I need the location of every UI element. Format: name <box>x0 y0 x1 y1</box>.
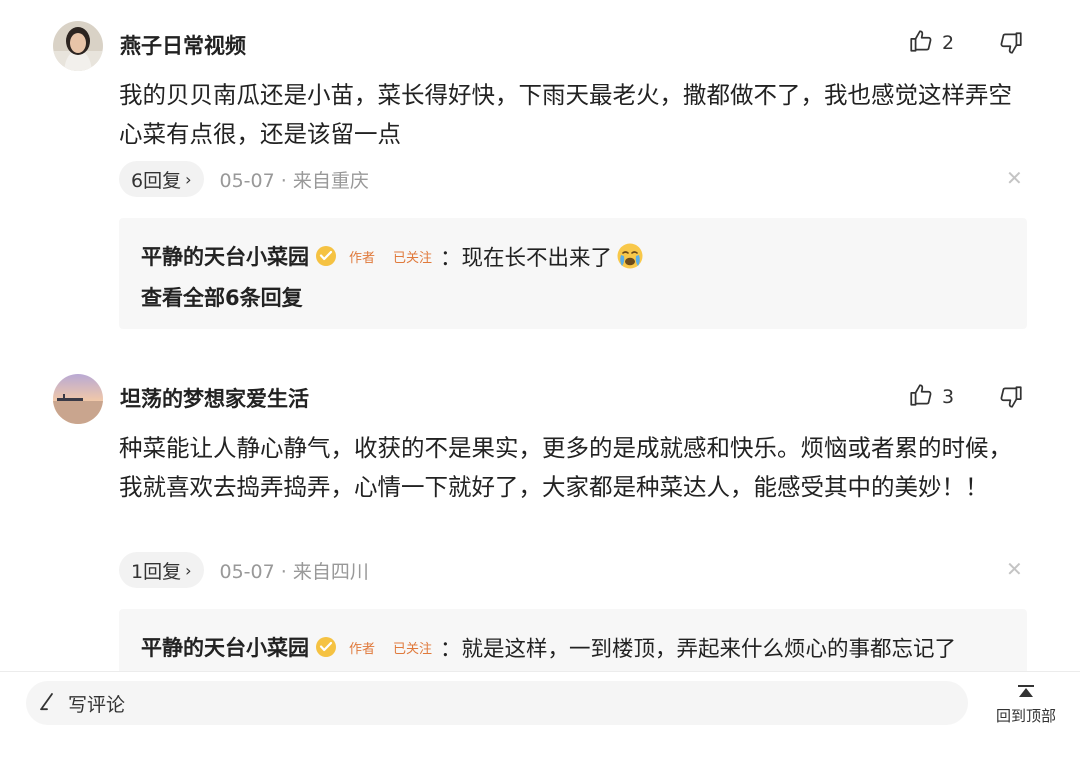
crying-emoji-icon <box>616 242 644 270</box>
reply-text: ：就是这样，一到楼顶，弄起来什么烦心的事都忘记了 <box>440 636 957 662</box>
author-tag: 作者 <box>349 250 376 266</box>
comment-meta: 1回复 › 05-07 · 来自四川 <box>119 552 369 588</box>
thumbs-down-icon <box>998 386 1024 414</box>
followed-tag: 已关注 <box>393 250 433 266</box>
back-to-top-label: 回到顶部 <box>995 707 1056 725</box>
reply-line: 平静的天台小菜园 作者 已关注 ：现在长不出来了 <box>141 240 1005 272</box>
write-comment-input[interactable]: 写评论 <box>26 681 968 725</box>
chevron-right-icon: › <box>185 169 192 189</box>
comment-date-location: 05-07 · 来自四川 <box>219 560 369 583</box>
comment-meta: 6回复 › 05-07 · 来自重庆 <box>119 161 369 197</box>
reply-author[interactable]: 平静的天台小菜园 <box>141 241 309 271</box>
reply-count-label: 6回复 <box>131 169 182 192</box>
pencil-icon <box>38 691 58 715</box>
close-icon[interactable]: ✕ <box>1006 166 1023 190</box>
bottom-bar: 写评论 回到顶部 <box>0 671 1080 757</box>
reply-preview[interactable]: 平静的天台小菜园 作者 已关注 ：现在长不出来了 查看全部6条回复 <box>119 218 1027 329</box>
avatar[interactable] <box>53 374 103 424</box>
like-count: 3 <box>942 386 955 408</box>
reply-text: ：现在长不出来了 <box>440 245 613 271</box>
reply-count-label: 1回复 <box>131 560 182 583</box>
close-icon[interactable]: ✕ <box>1006 557 1023 581</box>
like-button[interactable]: 3 <box>908 382 954 412</box>
reply-count-button[interactable]: 1回复 › <box>119 552 204 588</box>
comment-date-location: 05-07 · 来自重庆 <box>219 169 369 192</box>
thumbs-up-icon <box>908 382 934 412</box>
comment-username[interactable]: 燕子日常视频 <box>120 30 246 60</box>
followed-tag: 已关注 <box>393 641 433 657</box>
back-to-top-button[interactable]: 回到顶部 <box>990 684 1062 726</box>
author-tag: 作者 <box>349 641 376 657</box>
dislike-button[interactable] <box>998 30 1024 60</box>
verified-badge-icon <box>315 636 337 658</box>
comment-text: 种菜能让人静心静气，收获的不是果实，更多的是成就感和快乐。烦恼或者累的时候，我就… <box>119 434 1012 501</box>
reply-line: 平静的天台小菜园 作者 已关注 ：就是这样，一到楼顶，弄起来什么烦心的事都忘记了 <box>141 631 1005 663</box>
comment-username[interactable]: 坦荡的梦想家爱生活 <box>120 383 309 413</box>
view-all-replies-link[interactable]: 查看全部6条回复 <box>141 282 1005 312</box>
thumbs-down-icon <box>998 32 1024 60</box>
dislike-button[interactable] <box>998 384 1024 414</box>
thumbs-up-icon <box>908 28 934 58</box>
avatar[interactable] <box>53 21 103 71</box>
reply-author[interactable]: 平静的天台小菜园 <box>141 632 309 662</box>
write-comment-placeholder: 写评论 <box>68 693 126 716</box>
chevron-right-icon: › <box>185 560 192 580</box>
comment-text: 我的贝贝南瓜还是小苗，菜长得好快，下雨天最老火，撒都做不了，我也感觉这样弄空心菜… <box>119 81 1012 148</box>
like-button[interactable]: 2 <box>908 28 954 58</box>
like-count: 2 <box>942 32 955 54</box>
reply-count-button[interactable]: 6回复 › <box>119 161 204 197</box>
arrow-up-icon <box>1017 684 1035 703</box>
verified-badge-icon <box>315 245 337 267</box>
